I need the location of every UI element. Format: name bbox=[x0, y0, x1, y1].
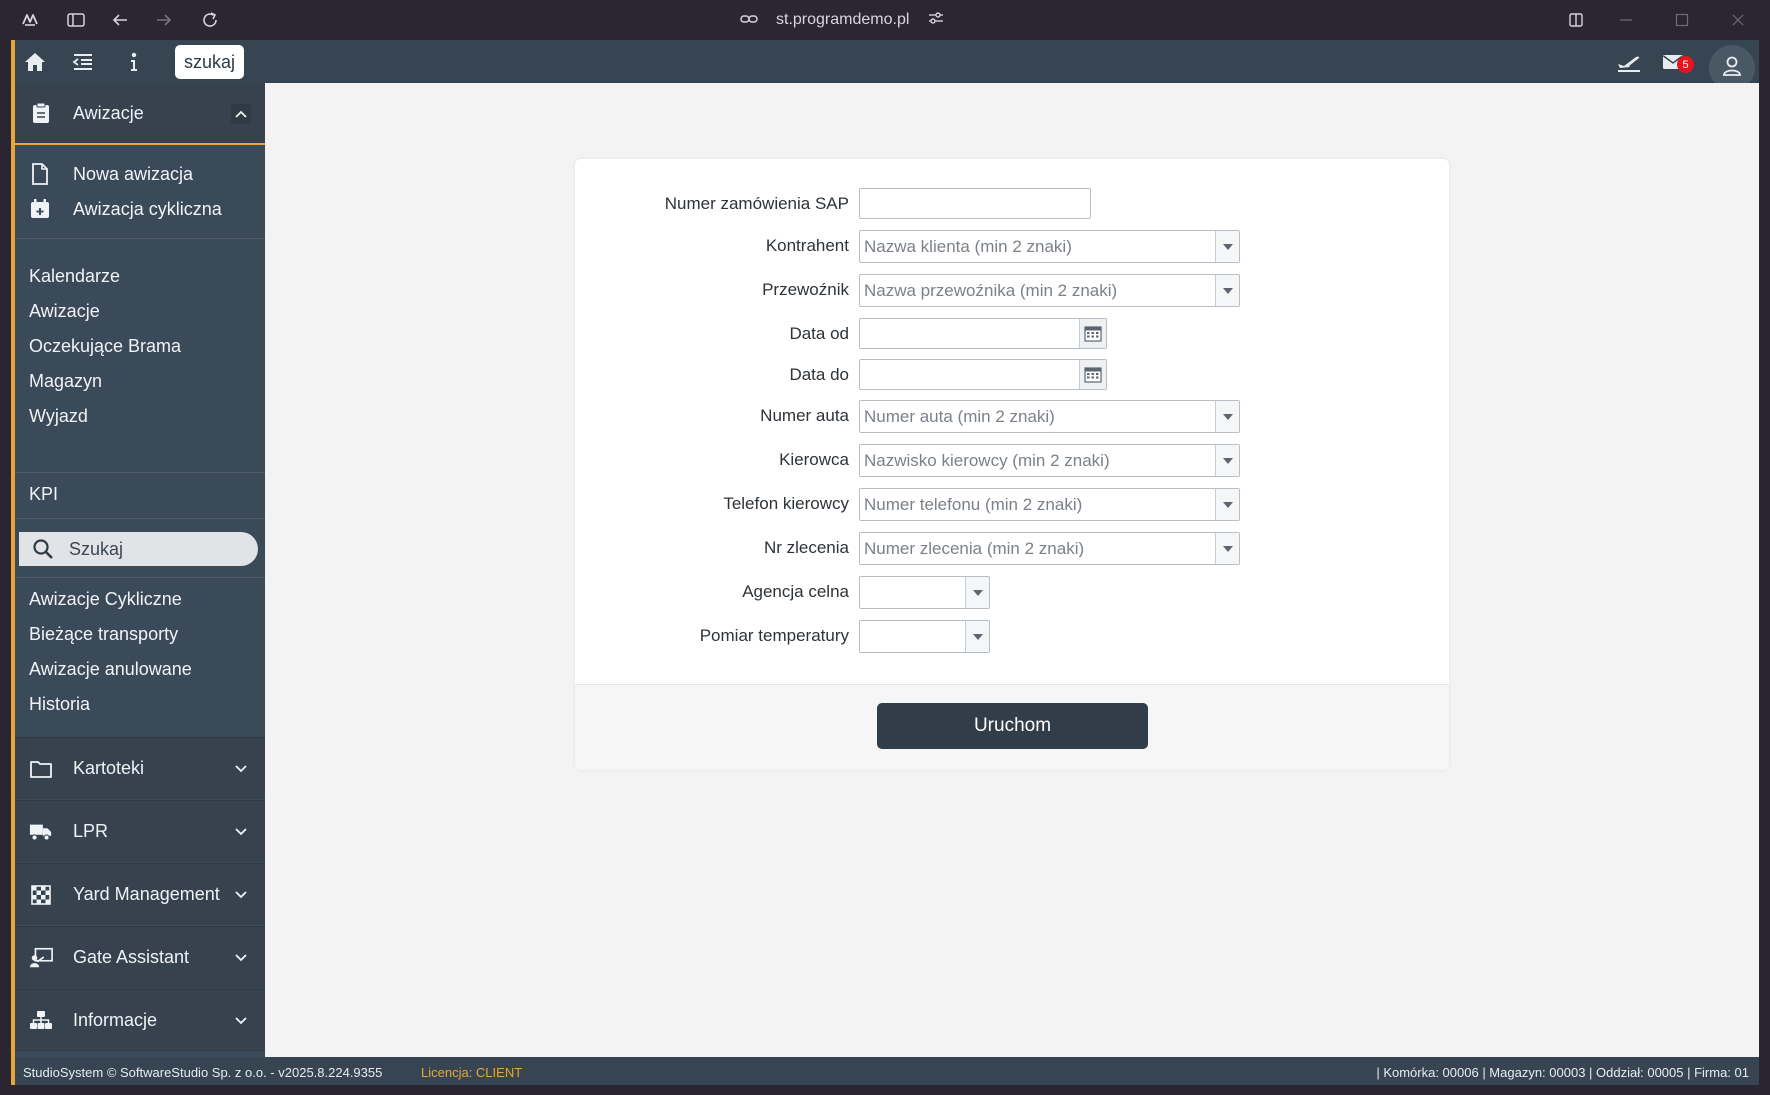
split-view-icon[interactable] bbox=[1564, 8, 1588, 32]
link-icon bbox=[740, 11, 758, 29]
sidebar: Awizacje Nowa awizacja Awizacja cykliczn… bbox=[15, 83, 265, 1057]
sidebar-link-magazyn[interactable]: Magazyn bbox=[29, 371, 102, 392]
address-bar[interactable]: st.programdemo.pl bbox=[740, 8, 945, 32]
form-row-telefon-kierowcy: Telefon kierowcy Numer telefonu (min 2 z… bbox=[575, 488, 1449, 521]
sidebar-link-wyjazd[interactable]: Wyjazd bbox=[29, 406, 88, 427]
app-topbar: szukaj 5 bbox=[15, 40, 1759, 91]
copyright-text: StudioSystem © SoftwareStudio Sp. z o.o.… bbox=[23, 1065, 383, 1080]
search-pill[interactable]: szukaj bbox=[175, 45, 244, 79]
license-text: Licencja: CLIENT bbox=[421, 1065, 523, 1080]
sidebar-section-yard-management[interactable]: Yard Management bbox=[15, 863, 265, 925]
dropdown-arrow-icon[interactable] bbox=[1215, 445, 1239, 476]
browser-chrome: st.programdemo.pl bbox=[0, 0, 1770, 40]
sidebar-section-informacje[interactable]: Informacje bbox=[15, 989, 265, 1051]
close-icon[interactable] bbox=[1726, 8, 1750, 32]
form-row-kierowca: Kierowca Nazwisko kierowcy (min 2 znaki) bbox=[575, 444, 1449, 477]
sidebar-link-awizacje-cykliczne[interactable]: Awizacje Cykliczne bbox=[29, 589, 182, 610]
data-od-input[interactable] bbox=[859, 318, 1107, 349]
telefon-kierowcy-combobox[interactable]: Numer telefonu (min 2 znaki) bbox=[859, 488, 1240, 521]
form-row-pomiar-temperatury: Pomiar temperatury bbox=[575, 620, 1449, 653]
chevron-down-icon[interactable] bbox=[231, 759, 251, 779]
sidebar-item-nowa-awizacja[interactable]: Nowa awizacja bbox=[29, 163, 193, 185]
chevron-down-icon[interactable] bbox=[231, 885, 251, 905]
sidebar-link-oczekujace-brama[interactable]: Oczekujące Brama bbox=[29, 336, 181, 357]
home-icon[interactable] bbox=[22, 49, 48, 75]
kierowca-combobox[interactable]: Nazwisko kierowcy (min 2 znaki) bbox=[859, 444, 1240, 477]
maximize-icon[interactable] bbox=[1670, 8, 1694, 32]
sidebar-section-awizacje[interactable]: Awizacje bbox=[15, 83, 265, 145]
chevron-down-icon[interactable] bbox=[231, 822, 251, 842]
truck-icon bbox=[29, 820, 53, 844]
info-icon[interactable] bbox=[121, 49, 147, 75]
chevron-down-icon[interactable] bbox=[231, 1011, 251, 1031]
sidebar-link-awizacje[interactable]: Awizacje bbox=[29, 301, 100, 322]
search-form-card: Numer zamówienia SAP Kontrahent Nazwa kl… bbox=[575, 159, 1449, 770]
sidebar-toggle-icon[interactable] bbox=[64, 8, 88, 32]
url-text: st.programdemo.pl bbox=[776, 11, 910, 28]
dropdown-arrow-icon[interactable] bbox=[1215, 275, 1239, 306]
user-icon bbox=[1721, 55, 1743, 81]
sidebar-section-lpr[interactable]: LPR bbox=[15, 800, 265, 862]
dropdown-arrow-icon[interactable] bbox=[965, 577, 989, 608]
context-info: | Komórka: 00006 | Magazyn: 00003 | Oddz… bbox=[1376, 1065, 1749, 1080]
form-row-numer-auta: Numer auta Numer auta (min 2 znaki) bbox=[575, 400, 1449, 433]
numer-auta-combobox[interactable]: Numer auta (min 2 znaki) bbox=[859, 400, 1240, 433]
back-icon[interactable] bbox=[108, 8, 132, 32]
presenter-icon bbox=[29, 946, 53, 970]
form-row-nr-zlecenia: Nr zlecenia Numer zlecenia (min 2 znaki) bbox=[575, 532, 1449, 565]
minimize-icon[interactable] bbox=[1614, 8, 1638, 32]
mail-count-badge: 5 bbox=[1677, 56, 1694, 73]
calendar-icon[interactable] bbox=[1079, 360, 1106, 389]
dropdown-arrow-icon[interactable] bbox=[1215, 231, 1239, 262]
file-icon bbox=[29, 163, 51, 185]
main-content: Numer zamówienia SAP Kontrahent Nazwa kl… bbox=[265, 83, 1759, 1057]
sidebar-link-kalendarze[interactable]: Kalendarze bbox=[29, 266, 120, 287]
clipboard-icon bbox=[29, 101, 53, 125]
form-row-kontrahent: Kontrahent Nazwa klienta (min 2 znaki) bbox=[575, 230, 1449, 263]
dropdown-arrow-icon[interactable] bbox=[1215, 401, 1239, 432]
nr-zlecenia-combobox[interactable]: Numer zlecenia (min 2 znaki) bbox=[859, 532, 1240, 565]
chevron-up-icon[interactable] bbox=[231, 104, 251, 124]
sidebar-section-gate-assistant[interactable]: Gate Assistant bbox=[15, 926, 265, 988]
sidebar-link-awizacje-anulowane[interactable]: Awizacje anulowane bbox=[29, 659, 192, 680]
dropdown-arrow-icon[interactable] bbox=[1215, 533, 1239, 564]
sitemap-icon bbox=[29, 1008, 53, 1032]
status-bar: StudioSystem © SoftwareStudio Sp. z o.o.… bbox=[15, 1057, 1759, 1085]
app-frame: szukaj 5 Awizacje Nowa awizacja Awizacja… bbox=[11, 40, 1759, 1085]
przewoznik-combobox[interactable]: Nazwa przewoźnika (min 2 znaki) bbox=[859, 274, 1240, 307]
dropdown-arrow-icon[interactable] bbox=[965, 621, 989, 652]
plane-icon[interactable] bbox=[1616, 49, 1642, 75]
pomiar-temperatury-select[interactable] bbox=[859, 620, 990, 653]
kontrahent-combobox[interactable]: Nazwa klienta (min 2 znaki) bbox=[859, 230, 1240, 263]
sidebar-link-historia[interactable]: Historia bbox=[29, 694, 90, 715]
search-icon bbox=[31, 537, 55, 561]
form-row-data-od: Data od bbox=[575, 318, 1449, 351]
form-row-przewoznik: Przewoźnik Nazwa przewoźnika (min 2 znak… bbox=[575, 274, 1449, 307]
form-row-data-do: Data do bbox=[575, 359, 1449, 392]
form-row-agencja-celna: Agencja celna bbox=[575, 576, 1449, 609]
sidebar-link-kpi[interactable]: KPI bbox=[29, 484, 58, 505]
calendar-icon[interactable] bbox=[1079, 319, 1106, 348]
run-button[interactable]: Uruchom bbox=[877, 703, 1148, 749]
data-do-input[interactable] bbox=[859, 359, 1107, 390]
sidebar-section-title: Awizacje bbox=[73, 102, 144, 123]
folder-icon bbox=[29, 757, 53, 781]
reload-icon[interactable] bbox=[198, 8, 222, 32]
site-settings-icon[interactable] bbox=[927, 10, 945, 30]
forward-icon[interactable] bbox=[152, 8, 176, 32]
menu-collapse-icon[interactable] bbox=[70, 49, 96, 75]
browser-logo-icon[interactable] bbox=[18, 8, 42, 32]
numer-zamowienia-input[interactable] bbox=[859, 188, 1091, 219]
sidebar-item-szukaj[interactable]: Szukaj bbox=[19, 532, 258, 566]
dropdown-arrow-icon[interactable] bbox=[1215, 489, 1239, 520]
sidebar-link-biezace-transporty[interactable]: Bieżące transporty bbox=[29, 624, 178, 645]
agencja-celna-select[interactable] bbox=[859, 576, 990, 609]
chevron-down-icon[interactable] bbox=[231, 948, 251, 968]
sidebar-section-kartoteki[interactable]: Kartoteki bbox=[15, 737, 265, 799]
checkered-grid-icon bbox=[29, 883, 53, 907]
form-row-numer-zamowienia: Numer zamówienia SAP bbox=[575, 188, 1449, 221]
sidebar-item-awizacja-cykliczna[interactable]: Awizacja cykliczna bbox=[29, 198, 222, 220]
calendar-plus-icon bbox=[29, 198, 51, 220]
